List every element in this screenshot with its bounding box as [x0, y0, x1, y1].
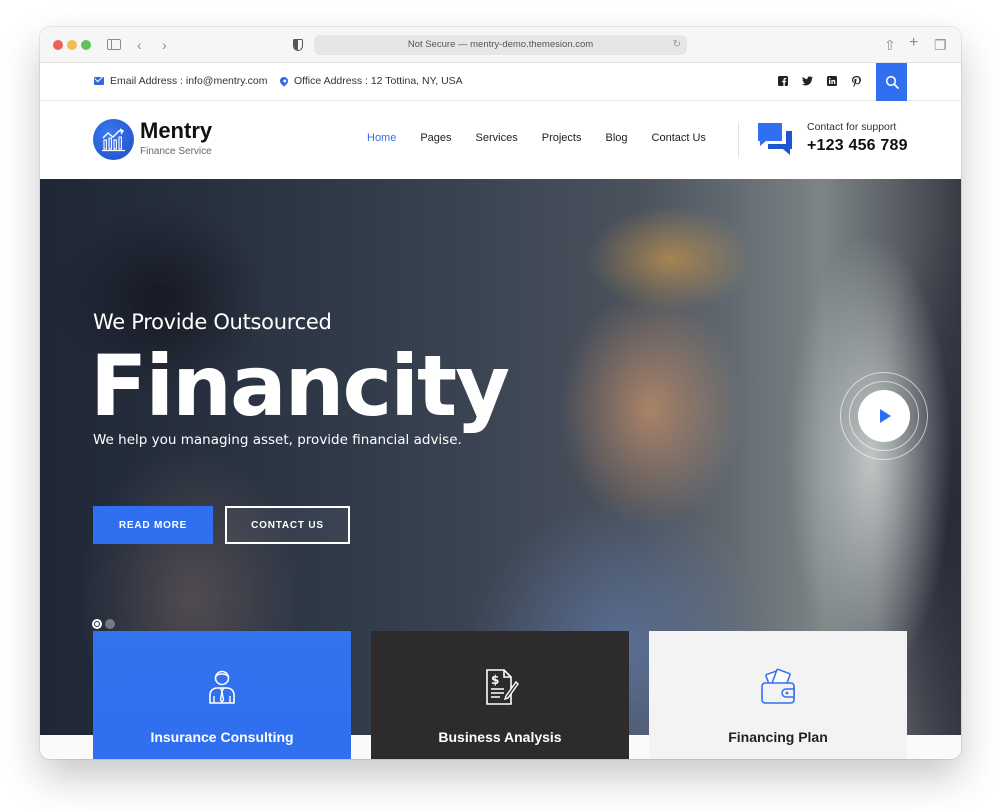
sidebar-icon[interactable]: [107, 39, 121, 50]
pinterest-icon[interactable]: [850, 76, 862, 90]
service-title: Financing Plan: [728, 729, 828, 745]
search-icon: [885, 75, 899, 89]
email-text: Email Address : info@mentry.com: [110, 75, 268, 87]
site-header: Mentry Finance Service Home Pages Servic…: [40, 102, 961, 179]
office-text: Office Address : 12 Tottina, NY, USA: [294, 75, 463, 87]
top-info-bar: Email Address : info@mentry.com Office A…: [40, 63, 961, 101]
browser-window: ‹ › Not Secure — mentry-demo.themesion.c…: [40, 27, 961, 759]
screenshot-stage: ‹ › Not Secure — mentry-demo.themesion.c…: [0, 0, 1000, 810]
nav-item-contact-us[interactable]: Contact Us: [652, 132, 706, 144]
linkedin-icon[interactable]: [826, 76, 838, 89]
header-divider: [738, 122, 739, 158]
location-pin-icon: [278, 75, 290, 87]
service-card-financing-plan[interactable]: Financing Plan: [649, 631, 907, 759]
office-info: Office Address : 12 Tottina, NY, USA: [278, 75, 463, 87]
consultant-icon: [209, 670, 235, 704]
service-title: Business Analysis: [438, 729, 562, 745]
nav-item-services[interactable]: Services: [476, 132, 518, 144]
email-info[interactable]: Email Address : info@mentry.com: [94, 75, 268, 87]
share-icon[interactable]: ⇧: [884, 36, 896, 54]
slider-dot-2[interactable]: [105, 619, 115, 629]
logo-name[interactable]: Mentry: [140, 118, 212, 144]
address-bar[interactable]: Not Secure — mentry-demo.themesion.com ↻: [314, 35, 687, 55]
shield-icon[interactable]: [293, 39, 303, 51]
facebook-icon[interactable]: [777, 76, 789, 89]
maximize-window-button[interactable]: [81, 40, 91, 50]
play-icon: [880, 409, 891, 423]
video-play-button[interactable]: [840, 372, 928, 460]
hero-kicker: We Provide Outsourced: [93, 310, 332, 334]
contact-us-button[interactable]: CONTACT US: [225, 506, 350, 544]
close-window-button[interactable]: [53, 40, 63, 50]
service-card-business-analysis[interactable]: $ Business Analysis: [371, 631, 629, 759]
nav-item-blog[interactable]: Blog: [605, 132, 627, 144]
browser-toolbar: ‹ › Not Secure — mentry-demo.themesion.c…: [40, 27, 961, 63]
search-button[interactable]: [876, 63, 907, 101]
service-card-insurance-consulting[interactable]: Insurance Consulting: [93, 631, 351, 759]
logo-mark[interactable]: [93, 119, 134, 160]
nav-item-pages[interactable]: Pages: [420, 132, 451, 144]
support-label: Contact for support: [807, 121, 897, 133]
new-tab-icon[interactable]: +: [909, 34, 918, 52]
forward-icon[interactable]: ›: [162, 36, 167, 54]
nav-item-home[interactable]: Home: [367, 132, 396, 144]
main-nav: Home Pages Services Projects Blog Contac…: [367, 132, 730, 144]
minimize-window-button[interactable]: [67, 40, 77, 50]
growth-chart-icon: [101, 127, 125, 151]
back-icon[interactable]: ‹: [137, 36, 142, 54]
invoice-pen-icon: $: [486, 669, 519, 705]
twitter-icon[interactable]: [801, 76, 813, 89]
reload-icon[interactable]: ↻: [673, 35, 681, 55]
support-phone[interactable]: +123 456 789: [807, 137, 908, 155]
read-more-button[interactable]: READ MORE: [93, 506, 213, 544]
hero-subtitle: We help you managing asset, provide fina…: [93, 432, 462, 448]
logo-tagline: Finance Service: [140, 146, 212, 157]
mail-icon: [94, 77, 104, 85]
nav-item-projects[interactable]: Projects: [542, 132, 582, 144]
svg-text:$: $: [491, 673, 499, 687]
wallet-icon: [761, 668, 795, 704]
chat-bubbles-icon: [758, 123, 792, 155]
tabs-icon[interactable]: ❐: [934, 36, 947, 54]
hero-title: Financity: [90, 337, 510, 435]
slider-dot-1[interactable]: [92, 619, 102, 629]
play-button-circle[interactable]: [858, 390, 910, 442]
address-text: Not Secure — mentry-demo.themesion.com: [407, 39, 594, 50]
service-title: Insurance Consulting: [150, 729, 294, 745]
slider-pagination: [92, 619, 115, 629]
